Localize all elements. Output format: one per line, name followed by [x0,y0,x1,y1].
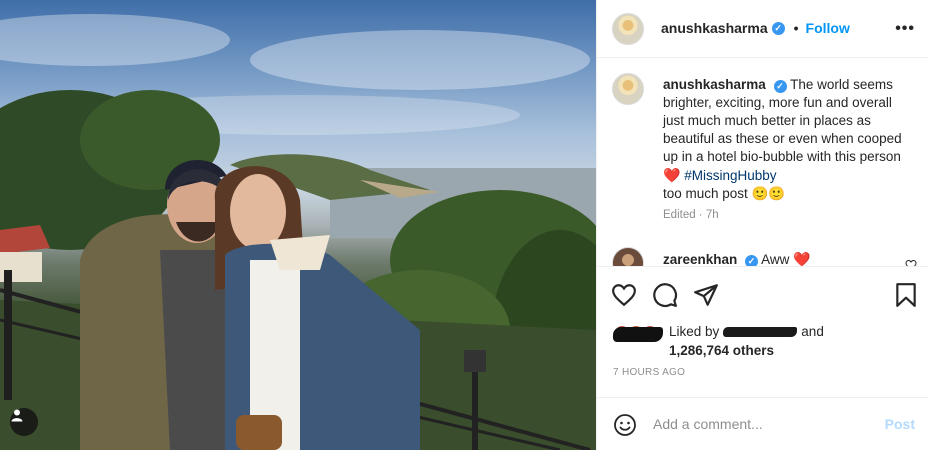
likes-and-label: and [801,324,824,339]
follow-button[interactable]: Follow [806,20,850,36]
add-comment-bar: Post [597,397,928,450]
commenter-avatar[interactable] [612,247,644,266]
redacted-liker-name [723,326,798,337]
caption-tail: too much post 🙂🙂 [663,186,786,201]
author-username[interactable]: anushkasharma [661,20,768,36]
caption-avatar[interactable] [612,73,644,105]
comment-like-heart-icon[interactable] [905,259,917,266]
caption-username[interactable]: anushkasharma [663,77,766,92]
post-header: anushkasharma ✓ • Follow ••• [597,0,928,58]
caption-edited-time: Edited · 7h [663,209,719,221]
share-icon[interactable] [693,282,719,308]
comment-text: Aww [761,252,790,266]
heart-icon[interactable] [611,282,637,308]
heart-emoji-icon: ❤️ [663,167,681,183]
liked-by-label: Liked by [669,324,720,339]
comment-body: zareenkhan ✓ Aww ❤️ [663,251,811,266]
comments-section[interactable]: anushkasharma ✓ The world seems brighter… [597,59,928,266]
comment-item: zareenkhan ✓ Aww ❤️ [597,245,928,266]
bookmark-icon[interactable] [893,282,919,308]
liker-avatars[interactable] [613,324,665,344]
post-caption: anushkasharma ✓ The world seems brighter… [663,76,913,203]
verified-badge-icon: ✓ [773,79,787,93]
comment-username[interactable]: zareenkhan [663,252,737,266]
caption-hashtag[interactable]: #MissingHubby [684,168,776,183]
verified-badge-icon: ✓ [745,255,759,266]
header-separator: • [793,20,799,36]
emoji-icon[interactable] [613,413,637,437]
likes-count[interactable]: 1,286,764 others [669,343,774,358]
redacted-avatars [613,327,663,342]
post-photo[interactable] [0,0,596,450]
add-comment-input[interactable] [653,412,873,436]
likes-summary: Liked by and 1,286,764 others [613,322,923,364]
post-side-panel: anushkasharma ✓ • Follow ••• anushkashar… [596,0,928,450]
comment-icon[interactable] [652,282,678,308]
author-info: anushkasharma ✓ • Follow [661,20,850,36]
post-photo-scene [0,14,596,450]
user-tag-button[interactable] [10,408,38,436]
verified-badge-icon: ✓ [771,21,785,35]
more-options-icon[interactable]: ••• [895,20,915,38]
user-tag-icon [11,409,23,422]
action-bar [597,266,928,321]
likes-text: Liked by and [669,324,824,339]
post-timestamp[interactable]: 7 HOURS AGO [613,367,685,378]
heart-emoji-icon: ❤️ [793,251,811,266]
author-avatar[interactable] [612,13,644,45]
post-comment-button[interactable]: Post [885,416,915,432]
